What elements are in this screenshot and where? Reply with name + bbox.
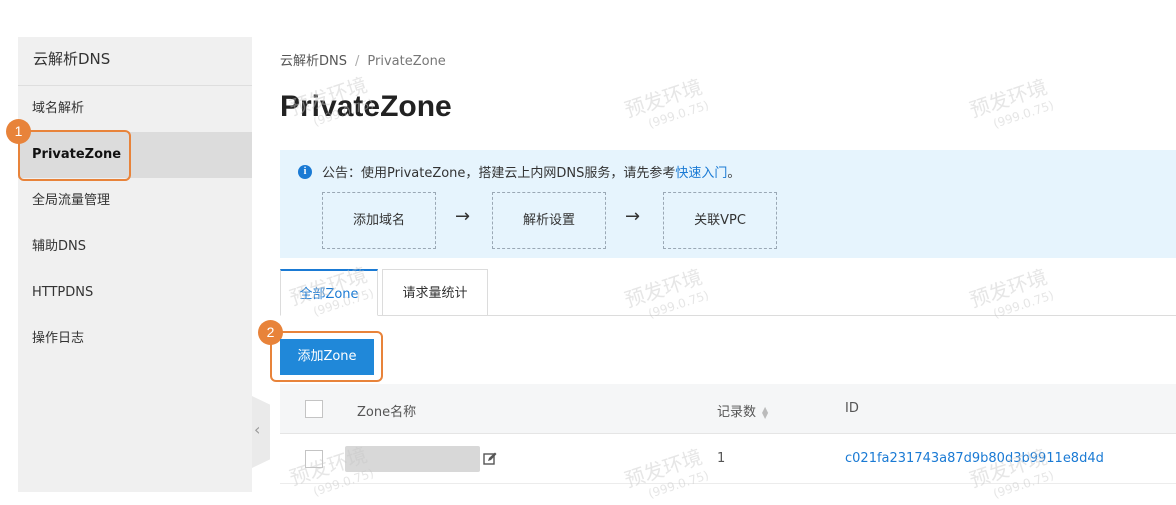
zone-name-redacted bbox=[345, 446, 480, 472]
page-title: PrivateZone bbox=[280, 90, 452, 123]
edit-icon[interactable] bbox=[483, 452, 497, 466]
notice-banner: i 公告：使用PrivateZone，搭建云上内网DNS服务，请先参考 快速入门。… bbox=[280, 150, 1176, 258]
callout-number-1: 1 bbox=[6, 119, 31, 144]
sidebar-collapse-handle[interactable]: ‹ bbox=[252, 396, 270, 468]
watermark: 预发环境 (999.0.75) bbox=[966, 74, 1056, 131]
quick-start-link[interactable]: 快速入门 bbox=[675, 162, 727, 181]
tab-request-stats[interactable]: 请求量统计 bbox=[382, 269, 488, 316]
breadcrumb-root[interactable]: 云解析DNS bbox=[280, 54, 347, 69]
notice-text-line: i 公告：使用PrivateZone，搭建云上内网DNS服务，请先参考 快速入门。 bbox=[298, 162, 740, 181]
table-row: 1 c021fa231743a87d9b80d3b9911e8d4d bbox=[280, 434, 1176, 484]
sidebar-title: 云解析DNS bbox=[18, 37, 252, 86]
sidebar-item-httpdns[interactable]: HTTPDNS bbox=[18, 270, 252, 316]
row-checkbox[interactable] bbox=[305, 450, 323, 468]
chevron-left-icon: ‹ bbox=[254, 420, 261, 439]
breadcrumb-separator: / bbox=[355, 54, 360, 69]
sidebar-item-domain-resolution[interactable]: 域名解析 bbox=[18, 86, 252, 132]
arrow-right-icon: → bbox=[625, 206, 641, 227]
record-count-value: 1 bbox=[717, 451, 726, 466]
sidebar-item-global-traffic[interactable]: 全局流量管理 bbox=[18, 178, 252, 224]
step-link-vpc: 关联VPC bbox=[663, 192, 777, 249]
select-all-checkbox[interactable] bbox=[305, 400, 323, 418]
arrow-right-icon: → bbox=[455, 206, 471, 227]
tab-all-zones[interactable]: 全部Zone bbox=[280, 269, 378, 316]
column-record-count[interactable]: 记录数 ▲ ▼ bbox=[717, 401, 768, 420]
watermark: 预发环境 (999.0.75) bbox=[621, 74, 711, 131]
sidebar-item-secondary-dns[interactable]: 辅助DNS bbox=[18, 224, 252, 270]
watermark: 预发环境 (999.0.75) bbox=[621, 264, 711, 321]
table-header: Zone名称 记录数 ▲ ▼ ID bbox=[280, 384, 1176, 434]
notice-text: 公告：使用PrivateZone，搭建云上内网DNS服务，请先参考 bbox=[322, 166, 676, 181]
sidebar: 云解析DNS 域名解析 PrivateZone 全局流量管理 辅助DNS HTT… bbox=[18, 37, 252, 492]
notice-suffix: 。 bbox=[727, 166, 741, 181]
sidebar-item-operation-log[interactable]: 操作日志 bbox=[18, 316, 252, 362]
add-zone-button[interactable]: 添加Zone bbox=[280, 339, 374, 375]
zone-id-link[interactable]: c021fa231743a87d9b80d3b9911e8d4d bbox=[845, 451, 1104, 466]
watermark: 预发环境 (999.0.75) bbox=[966, 264, 1056, 321]
sort-icon[interactable]: ▲ ▼ bbox=[762, 405, 768, 419]
column-zone-name: Zone名称 bbox=[357, 405, 417, 420]
callout-highlight-1 bbox=[18, 130, 131, 181]
breadcrumb: 云解析DNS / PrivateZone bbox=[280, 50, 446, 69]
column-id: ID bbox=[845, 401, 859, 416]
info-icon: i bbox=[298, 164, 312, 179]
column-record-count-label: 记录数 bbox=[717, 405, 757, 420]
step-add-domain: 添加域名 bbox=[322, 192, 436, 249]
step-resolution-settings: 解析设置 bbox=[492, 192, 606, 249]
breadcrumb-current: PrivateZone bbox=[367, 54, 446, 69]
